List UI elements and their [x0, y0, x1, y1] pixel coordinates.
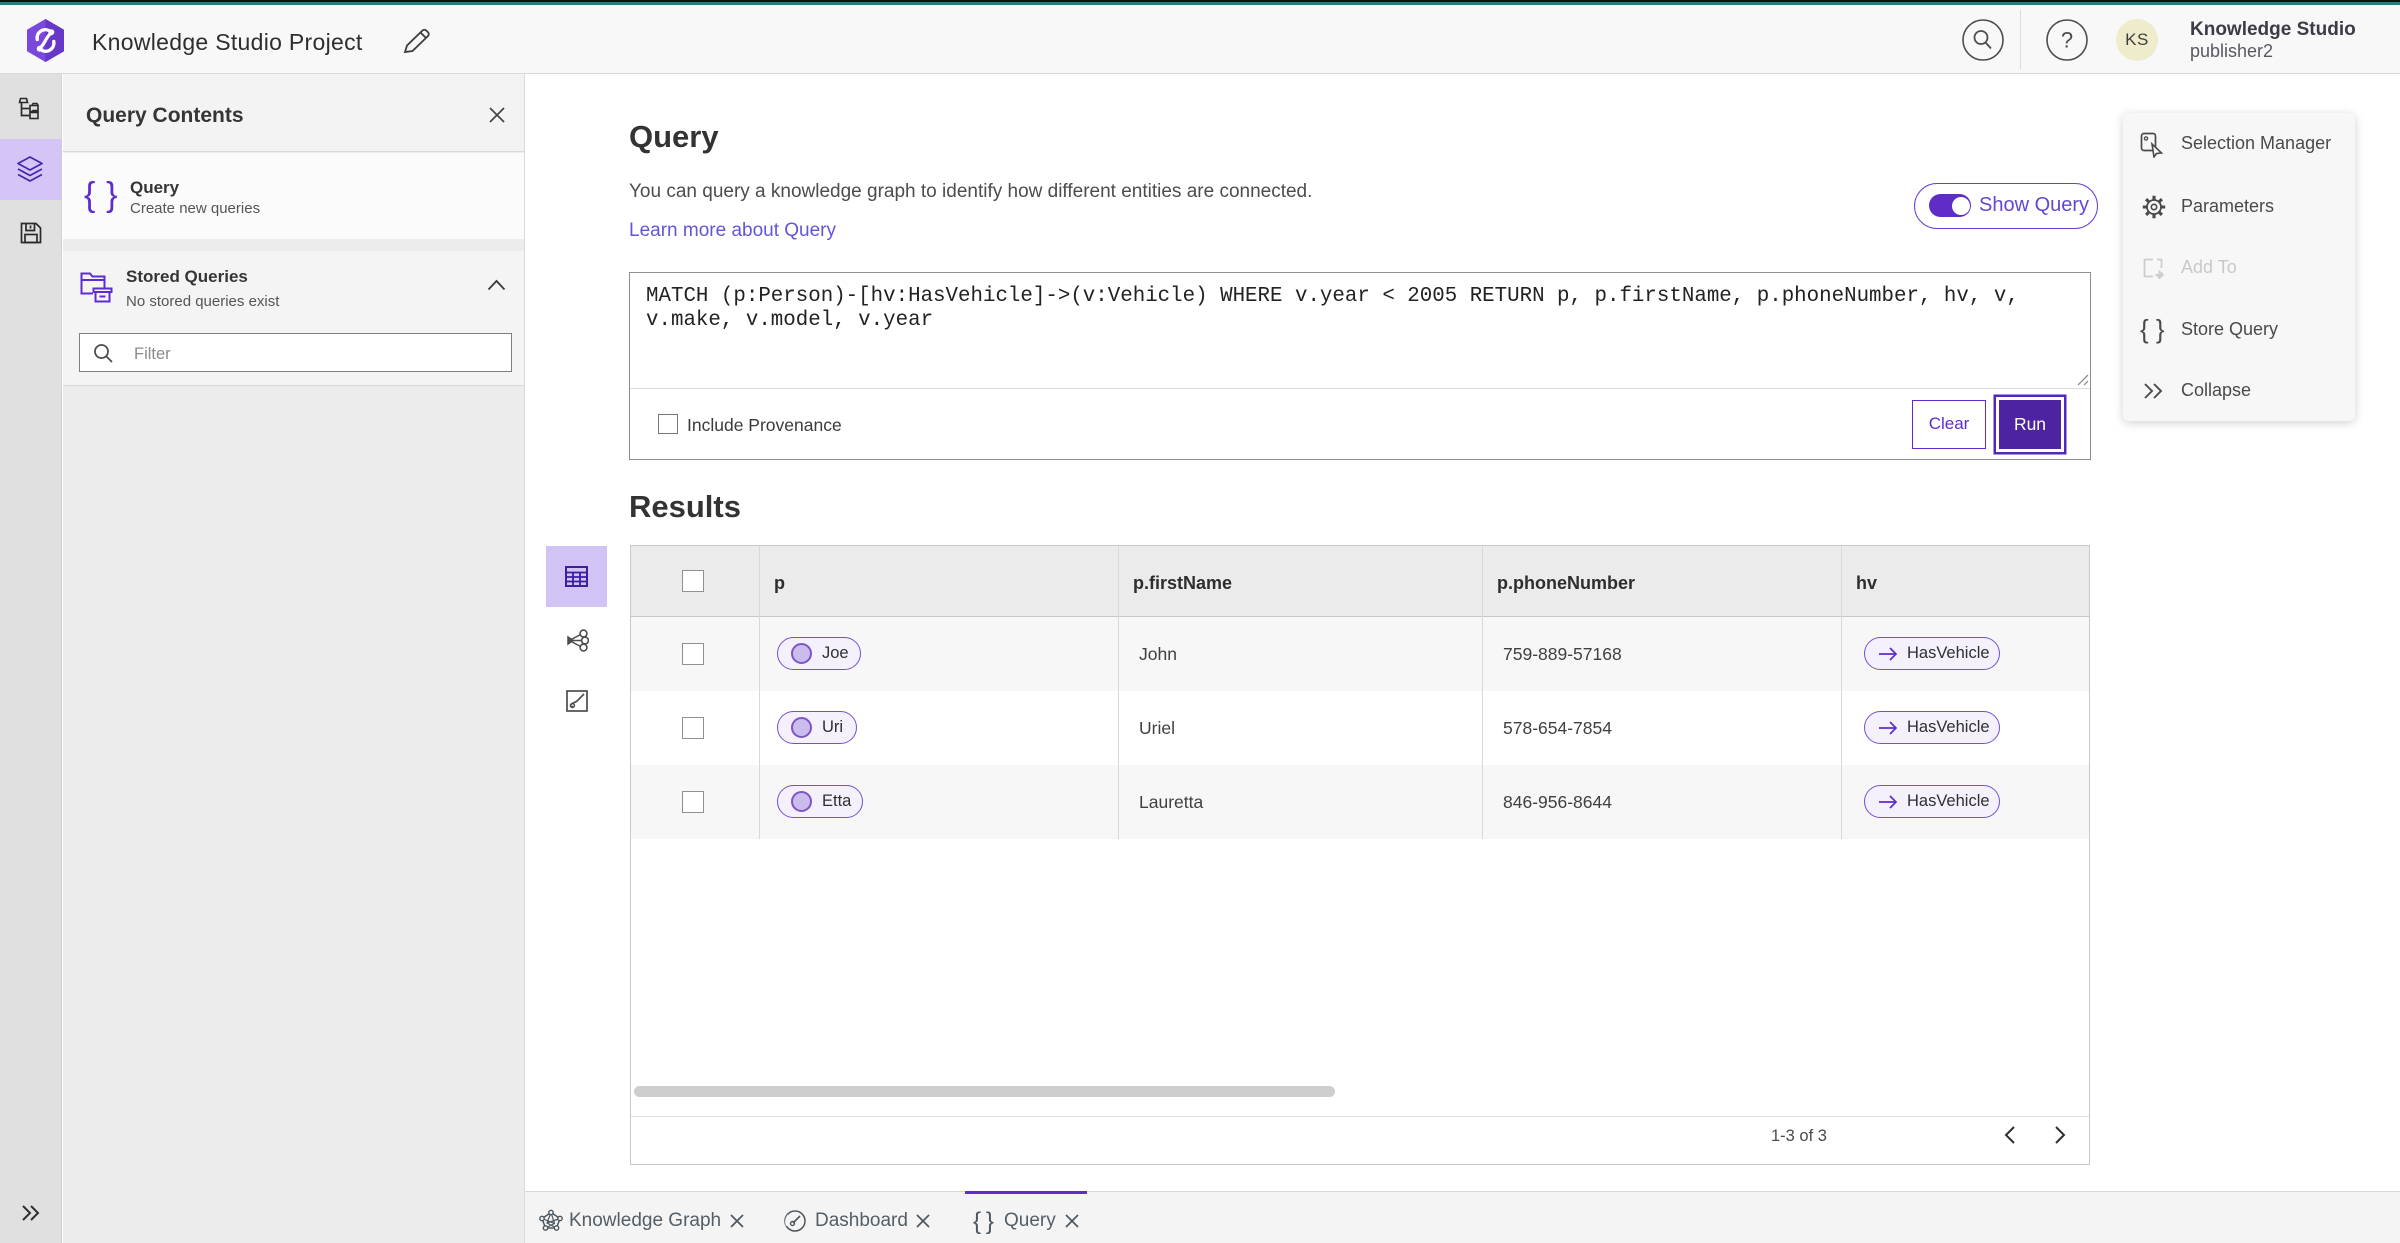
svg-text:?: ? [2061, 28, 2073, 53]
